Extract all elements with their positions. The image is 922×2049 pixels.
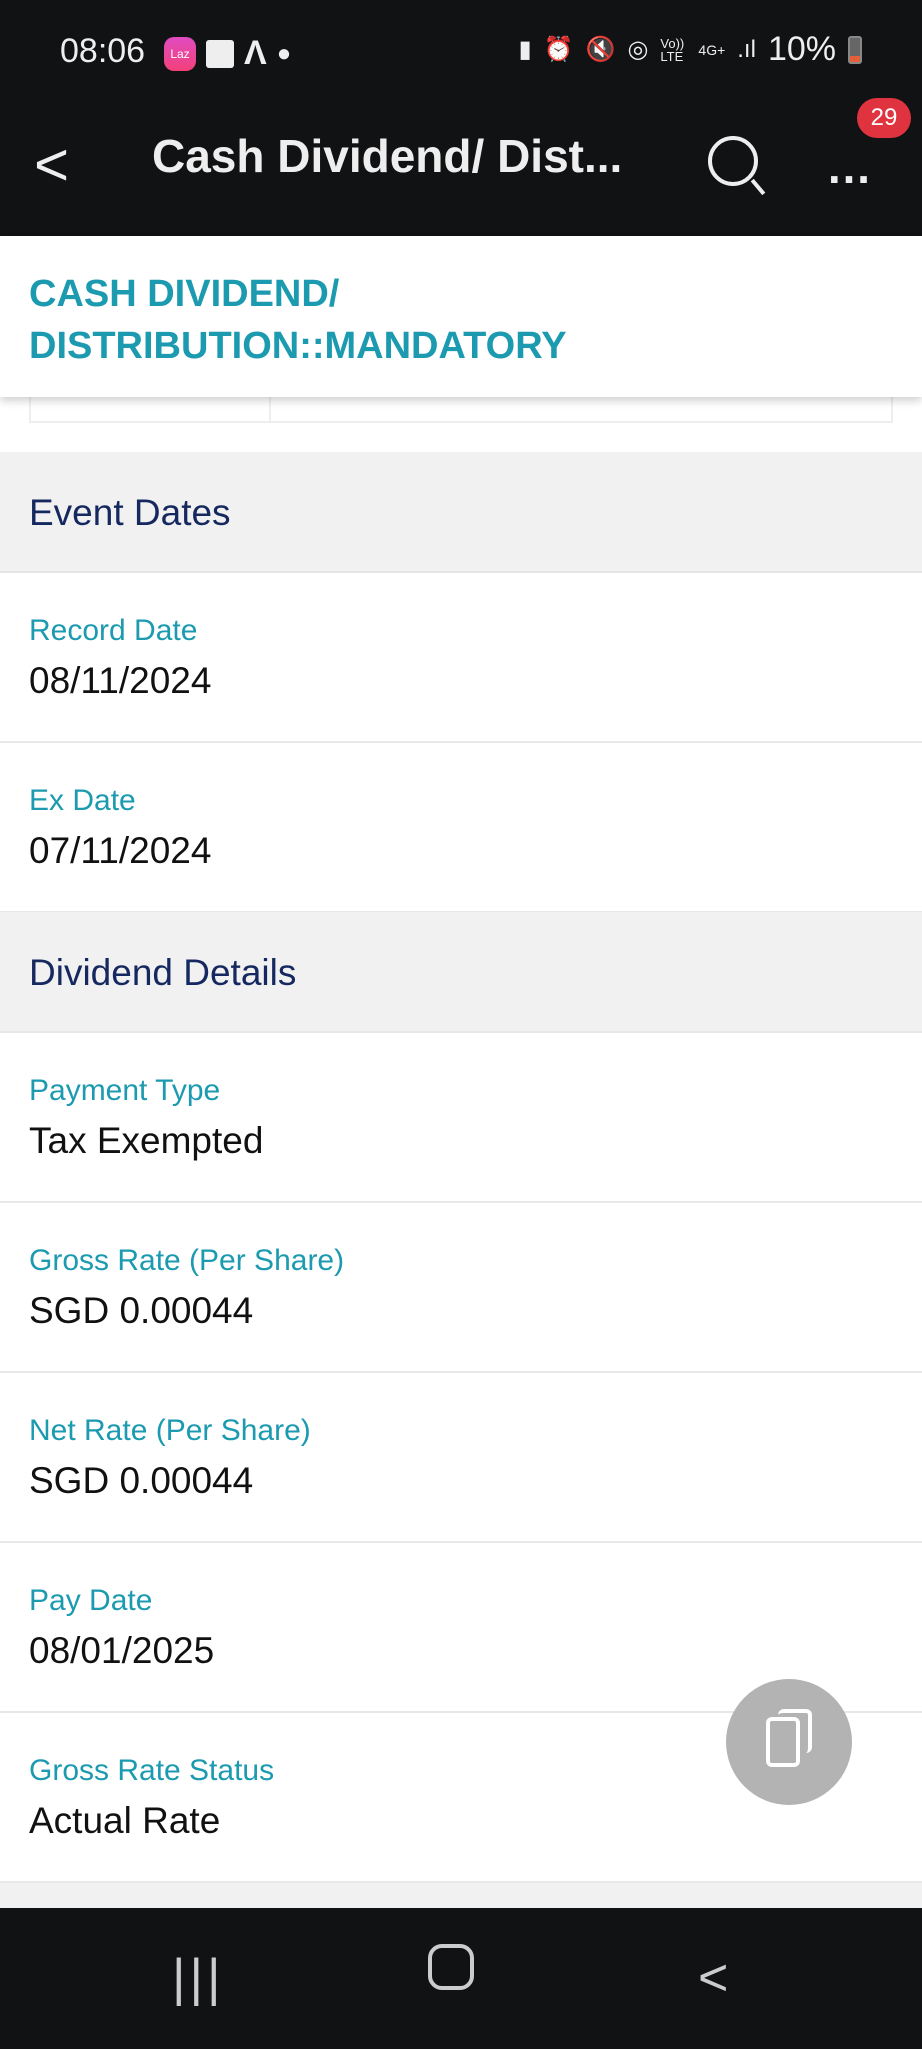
field-value: 08/01/2025 [29, 1630, 215, 1671]
navigation-bar: ||| < [0, 1908, 922, 2049]
network-type-icon: 4G+ [698, 41, 726, 58]
signal-icon: .ıl [737, 35, 756, 63]
phone-icon [766, 1717, 800, 1767]
field-value: 07/11/2024 [29, 830, 212, 871]
field-label: Record Date [29, 614, 198, 647]
lazada-icon: Laz [164, 36, 196, 71]
alarm-icon: ⏰ [543, 36, 574, 63]
field-value: SGD 0.00044 [29, 1290, 254, 1331]
field-label: Gross Rate (Per Share) [29, 1244, 345, 1277]
battery-saver-icon: ▮ [518, 36, 532, 63]
battery-icon [848, 35, 862, 64]
recent-apps-icon[interactable]: ||| [172, 1948, 225, 2008]
event-title-card: CASH DIVIDEND/ DISTRIBUTION::MANDATORY [0, 236, 922, 397]
clock: 08:06 [60, 32, 146, 70]
volte-icon: Vo)) LTE [660, 35, 685, 64]
field-value: Actual Rate [29, 1800, 221, 1841]
back-icon[interactable]: < [34, 130, 69, 199]
field-row-record-date: Record Date 08/11/2024 [0, 573, 922, 743]
search-icon[interactable] [708, 136, 758, 186]
field-row-ex-date: Ex Date 07/11/2024 [0, 743, 922, 913]
battery-percent: 10% [767, 30, 836, 68]
app-notification-icon: Λ [244, 34, 267, 72]
page-title: Cash Dividend/ Dist... [152, 130, 623, 182]
field-label: Payment Type [29, 1074, 221, 1107]
status-bar: 08:06 Laz Λ ● ▮ ⏰ 🔇 ◎ Vo)) LTE 4G+ .ıl 1… [0, 0, 922, 100]
nav-back-icon[interactable]: < [698, 1948, 728, 2008]
field-value: SGD 0.00044 [29, 1460, 254, 1501]
section-header-dividend-details: Dividend Details [0, 912, 922, 1033]
home-icon[interactable] [428, 1944, 474, 1990]
field-value: 08/11/2024 [29, 660, 212, 701]
table-fragment [29, 397, 893, 423]
field-row-net-rate: Net Rate (Per Share) SGD 0.00044 [0, 1373, 922, 1543]
more-options-icon[interactable]: … [826, 140, 874, 194]
dot-icon: ● [276, 39, 292, 67]
notification-badge: 29 [857, 98, 911, 138]
app-bar: < Cash Dividend/ Dist... … 29 [0, 98, 922, 236]
mute-icon: 🔇 [585, 36, 616, 63]
field-row-gross-rate: Gross Rate (Per Share) SGD 0.00044 [0, 1203, 922, 1373]
field-label: Pay Date [29, 1584, 153, 1617]
hotspot-icon: ◎ [627, 36, 649, 63]
field-row-payment-type: Payment Type Tax Exempted [0, 1033, 922, 1203]
field-label: Ex Date [29, 784, 136, 817]
event-title-line2: DISTRIBUTION::MANDATORY [29, 325, 567, 367]
section-header-event-dates: Event Dates [0, 452, 922, 573]
rotate-screen-button[interactable] [726, 1679, 852, 1805]
content-bottom [0, 1883, 922, 1908]
field-value: Tax Exempted [29, 1120, 264, 1161]
gallery-icon [206, 39, 234, 68]
field-label: Net Rate (Per Share) [29, 1414, 311, 1447]
event-title-line1: CASH DIVIDEND/ [29, 273, 340, 315]
